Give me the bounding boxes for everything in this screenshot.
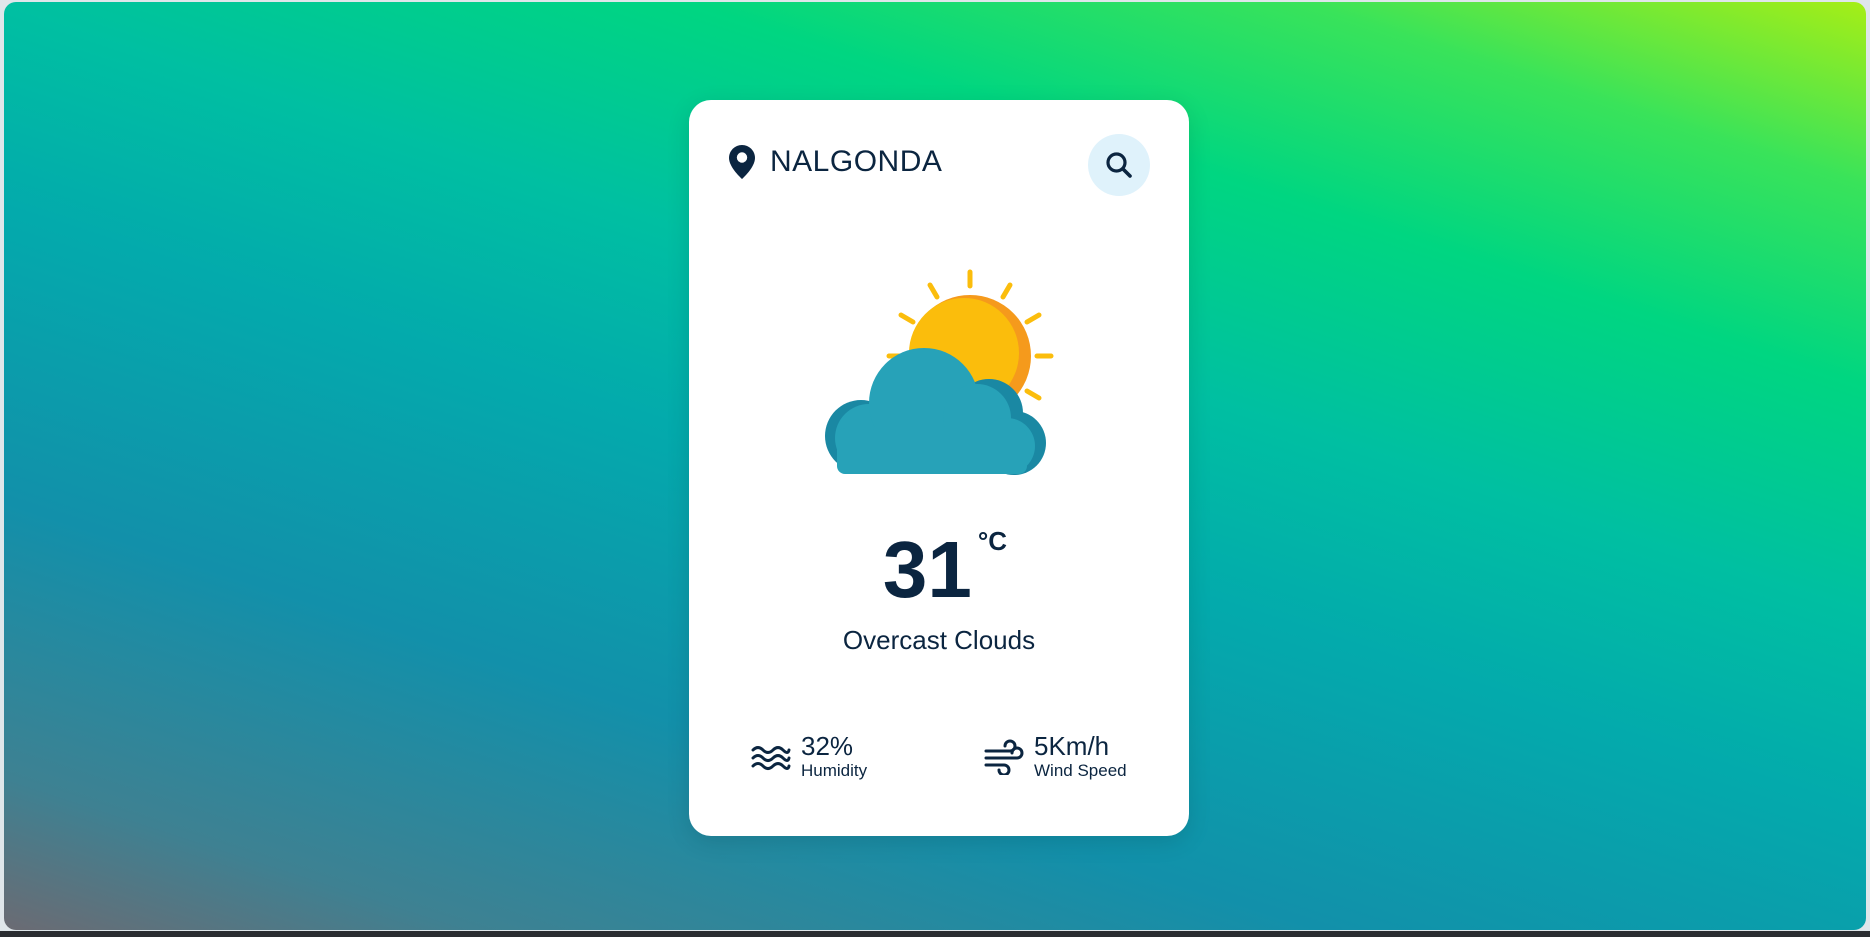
wind-label: Wind Speed [1034,761,1127,780]
search-button[interactable] [1088,134,1150,196]
temperature-unit: °C [977,526,1008,556]
temperature-value: 31 [882,525,972,614]
humidity-value: 32% [801,731,854,761]
wind-text: 5Km/h Wind Speed [1034,732,1127,782]
partly-cloudy-icon [809,268,1069,488]
location-name: NALGONDA [770,145,943,178]
weather-card: NALGONDA 31 °C Overcast Clouds 32% Humid… [689,100,1189,836]
humidity-text: 32% Humidity [801,732,867,782]
app-background: NALGONDA 31 °C Overcast Clouds 32% Humid… [4,2,1866,930]
search-icon [1104,150,1134,180]
bottom-bar [0,931,1870,937]
humidity-stat: 32% Humidity [751,732,867,782]
card-header: NALGONDA [728,134,1150,196]
weather-stats: 32% Humidity 5Km/h Wind Speed [689,732,1189,792]
map-pin-icon [728,144,756,180]
waves-icon [751,739,791,775]
wind-value: 5Km/h [1034,731,1110,761]
humidity-label: Humidity [801,761,868,780]
wind-icon [984,739,1024,777]
wind-stat: 5Km/h Wind Speed [984,732,1127,782]
location: NALGONDA [728,144,942,180]
weather-condition: Overcast Clouds [842,625,1036,655]
temperature: 31 °C [689,525,1189,614]
